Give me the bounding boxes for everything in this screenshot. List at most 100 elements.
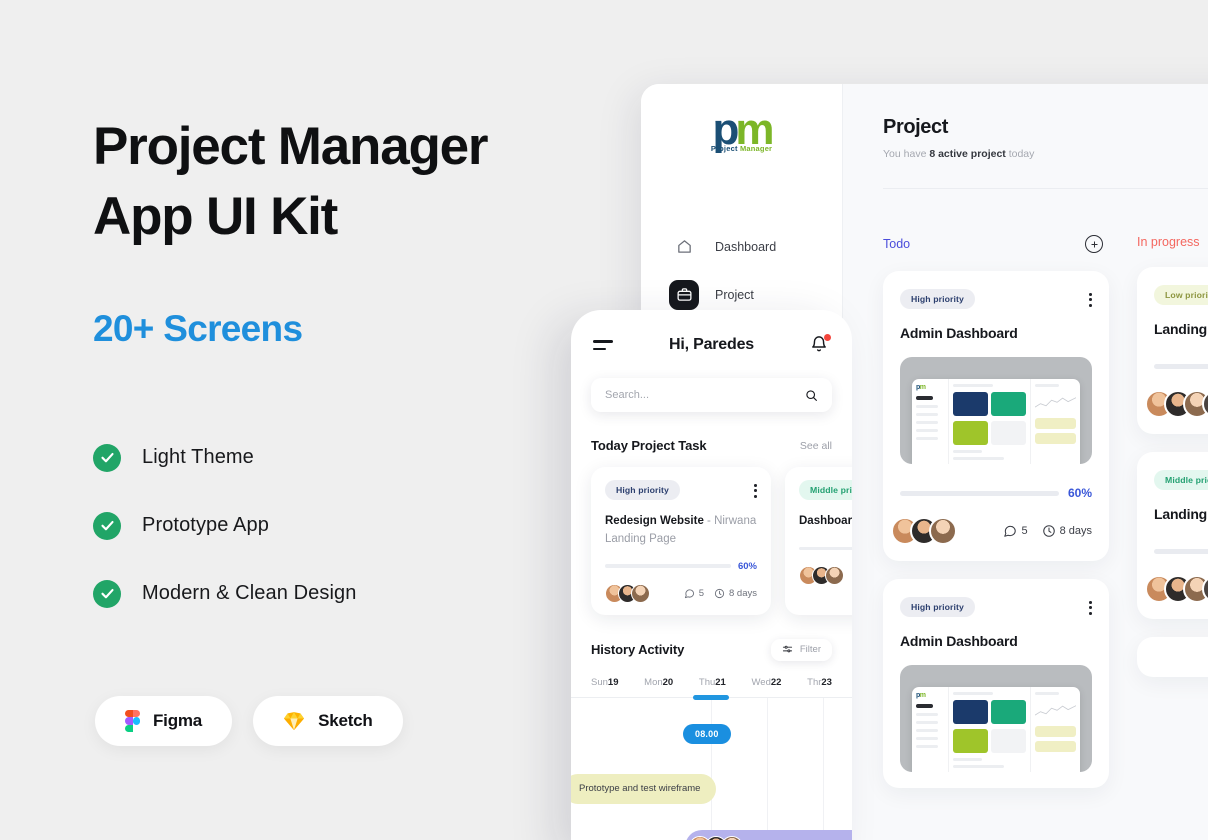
comment-count-value: 5 xyxy=(1021,525,1028,537)
hamburger-icon[interactable] xyxy=(593,340,613,350)
app-logo: pm Project Manager xyxy=(641,84,842,153)
card-title: Dashboard Admin Design xyxy=(799,513,852,531)
check-circle-icon xyxy=(93,579,121,608)
section-title: Today Project Task xyxy=(591,438,707,453)
task-card[interactable]: Low priority Landing Page 60% xyxy=(1137,267,1208,434)
progress-bar: 60% xyxy=(1154,544,1208,558)
sidebar-item-dashboard[interactable]: Dashboard xyxy=(641,223,842,271)
day-item[interactable]: Thu21 xyxy=(699,677,726,688)
clock-icon xyxy=(714,588,725,598)
card-meta: 5 8 days xyxy=(1003,524,1092,538)
task-card[interactable]: Middle priority Landing Page 60% xyxy=(1137,452,1208,619)
card-title-bold: Redesign Website xyxy=(605,515,704,527)
due-date: 8 days xyxy=(714,588,757,599)
feature-list: Light Theme Prototype App Modern & Clean… xyxy=(93,428,563,624)
page-title: Project Manager App UI Kit xyxy=(93,112,563,252)
progress-bar: 60% xyxy=(799,543,852,554)
download-buttons: Figma Sketch xyxy=(95,696,403,746)
thumbnail-preview: pm xyxy=(912,379,1080,464)
card-title-bold: Dashboard xyxy=(799,515,852,527)
task-card[interactable] xyxy=(1137,637,1208,677)
search-input[interactable]: Search... xyxy=(591,378,832,412)
day-item[interactable]: Sun19 xyxy=(591,677,618,688)
timeline-event[interactable]: Prototype and test wireframe xyxy=(571,773,717,804)
avatar xyxy=(825,565,844,585)
see-all-link[interactable]: See all xyxy=(800,440,832,452)
timeline-event[interactable]: Zoom meeting with client xyxy=(685,829,852,840)
today-task-list: High priority Redesign Website - Nirwana… xyxy=(571,467,852,615)
notification-button[interactable] xyxy=(810,334,831,356)
progress-bar: 60% xyxy=(900,486,1092,500)
thumb-logo: pm xyxy=(916,692,926,699)
card-top-row: High priority xyxy=(900,289,1092,309)
card-menu-button[interactable] xyxy=(1089,597,1092,615)
card-top-row: Low priority xyxy=(1154,285,1208,305)
day-name: Thu xyxy=(698,676,716,688)
figma-button[interactable]: Figma xyxy=(95,696,233,746)
search-placeholder: Search... xyxy=(605,389,650,401)
progress-bar: 60% xyxy=(1154,359,1208,373)
thumb-sidebar: pm xyxy=(912,379,949,464)
sketch-button[interactable]: Sketch xyxy=(253,696,403,746)
sketch-icon xyxy=(283,711,305,731)
filter-label: Filter xyxy=(799,644,821,656)
avatar xyxy=(721,835,743,840)
day-name: Wed xyxy=(751,676,771,688)
check-circle-icon xyxy=(93,511,121,540)
day-number: 20 xyxy=(662,676,674,688)
progress-track xyxy=(900,490,1059,496)
add-task-button[interactable] xyxy=(1085,235,1103,253)
card-top-row: Middle priority xyxy=(1154,470,1208,490)
main-title: Project xyxy=(883,116,949,138)
priority-badge: Middle priority xyxy=(799,480,852,500)
day-number: 21 xyxy=(715,676,726,688)
avatar-group xyxy=(605,583,650,603)
search-icon xyxy=(806,389,817,401)
day-name: Mon xyxy=(644,676,663,688)
day-name: Sun xyxy=(591,676,608,688)
avatar-group xyxy=(1145,575,1208,603)
progress-track xyxy=(1154,363,1208,369)
comment-count: 5 xyxy=(684,588,704,599)
due-date-value: 8 days xyxy=(1059,525,1092,537)
task-card[interactable]: High priority Admin Dashboard pm xyxy=(883,271,1109,561)
progress-track xyxy=(605,564,731,568)
card-footer: 5 8 days xyxy=(605,583,757,603)
kanban-board: Todo High priority Admin Dashboard pm 60… xyxy=(883,235,1208,788)
thumb-right xyxy=(1029,687,1080,772)
task-card[interactable]: High priority Admin Dashboard pm xyxy=(883,579,1109,788)
day-number: 23 xyxy=(821,676,832,688)
sketch-button-label: Sketch xyxy=(318,711,373,730)
priority-badge: Middle priority xyxy=(1154,470,1208,490)
sliders-icon xyxy=(782,645,792,653)
column-title: Todo xyxy=(883,237,911,251)
due-date-value: 8 days xyxy=(729,587,757,599)
day-item[interactable]: Wed22 xyxy=(752,677,782,688)
section-title: History Activity xyxy=(591,642,685,658)
logo-subtitle-b: Manager xyxy=(739,143,773,153)
promo-column: Project Manager App UI Kit 20+ Screens L… xyxy=(93,112,563,632)
mobile-task-card[interactable]: Middle priority Dashboard Admin Design 6… xyxy=(785,467,852,615)
day-item[interactable]: Thr23 xyxy=(807,677,832,688)
timeline-current-marker xyxy=(693,695,729,701)
progress-label: 60% xyxy=(1067,486,1092,500)
card-top-row: High priority xyxy=(900,597,1092,617)
headline-line-2: App UI Kit xyxy=(93,186,338,246)
clock-icon xyxy=(1042,525,1055,537)
priority-badge: High priority xyxy=(605,480,680,500)
day-number: 22 xyxy=(770,676,782,688)
mobile-task-card[interactable]: High priority Redesign Website - Nirwana… xyxy=(591,467,771,615)
kanban-column-todo: Todo High priority Admin Dashboard pm 60… xyxy=(883,235,1109,788)
avatar-group xyxy=(1145,390,1208,418)
card-menu-button[interactable] xyxy=(754,480,757,498)
comment-icon xyxy=(684,589,694,598)
priority-badge: Low priority xyxy=(1154,285,1208,305)
card-top-row: Middle priority xyxy=(799,480,852,500)
briefcase-icon xyxy=(669,279,699,310)
feature-label: Light Theme xyxy=(142,446,254,469)
avatar xyxy=(631,583,650,603)
progress-track xyxy=(1154,548,1208,554)
day-item[interactable]: Mon20 xyxy=(644,677,673,688)
card-menu-button[interactable] xyxy=(1089,289,1092,307)
filter-button[interactable]: Filter xyxy=(770,638,832,661)
